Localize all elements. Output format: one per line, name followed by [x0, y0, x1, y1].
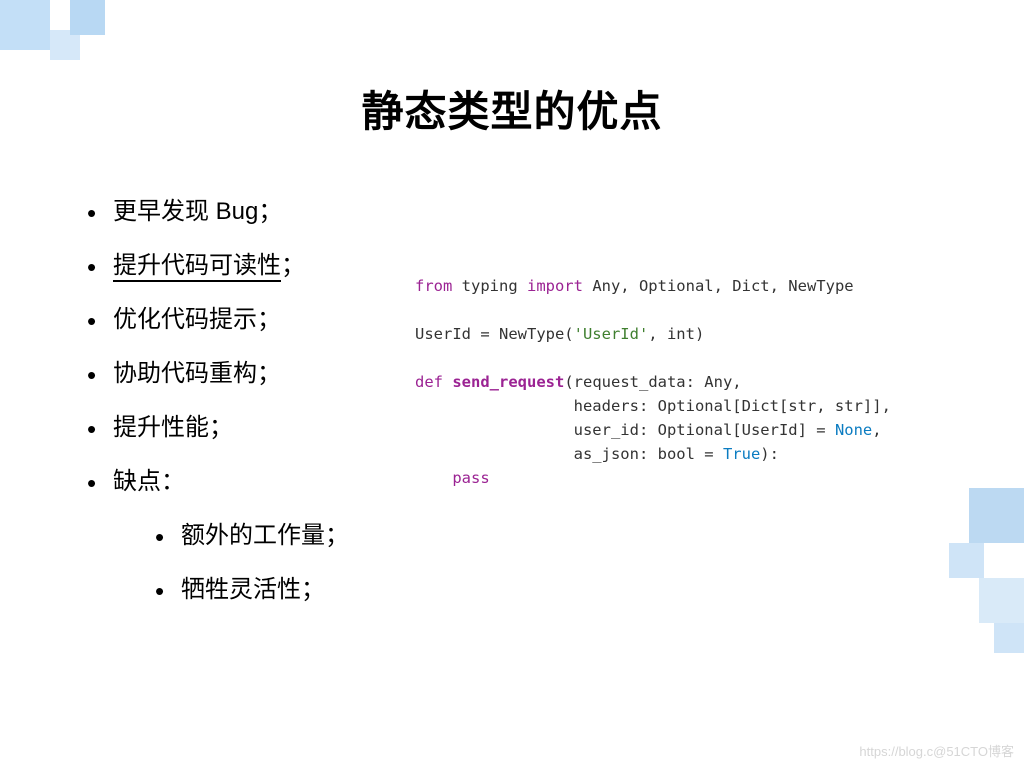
bullet-item: 缺点： 额外的工作量； 牺牲灵活性； [85, 464, 385, 608]
bullet-list: 更早发现 Bug； 提升代码可读性； 优化代码提示； 协助代码重构； 提升性能；… [85, 194, 385, 626]
decoration-bottom-right [924, 488, 1024, 668]
code-snippet: from typing import Any, Optional, Dict, … [415, 274, 939, 626]
bullet-item: 提升性能； [85, 410, 385, 446]
sub-bullet-item: 额外的工作量； [153, 518, 385, 554]
decoration-top-left [0, 0, 120, 120]
sub-bullet-item: 牺牲灵活性； [153, 572, 385, 608]
slide-title: 静态类型的优点 [0, 0, 1024, 139]
slide-content: 更早发现 Bug； 提升代码可读性； 优化代码提示； 协助代码重构； 提升性能；… [0, 139, 1024, 626]
bullet-item: 协助代码重构； [85, 356, 385, 392]
bullet-item: 优化代码提示； [85, 302, 385, 338]
bullet-item: 提升代码可读性； [85, 248, 385, 284]
watermark: https://blog.c@51CTO博客 [859, 741, 1014, 760]
bullet-item: 更早发现 Bug； [85, 194, 385, 230]
